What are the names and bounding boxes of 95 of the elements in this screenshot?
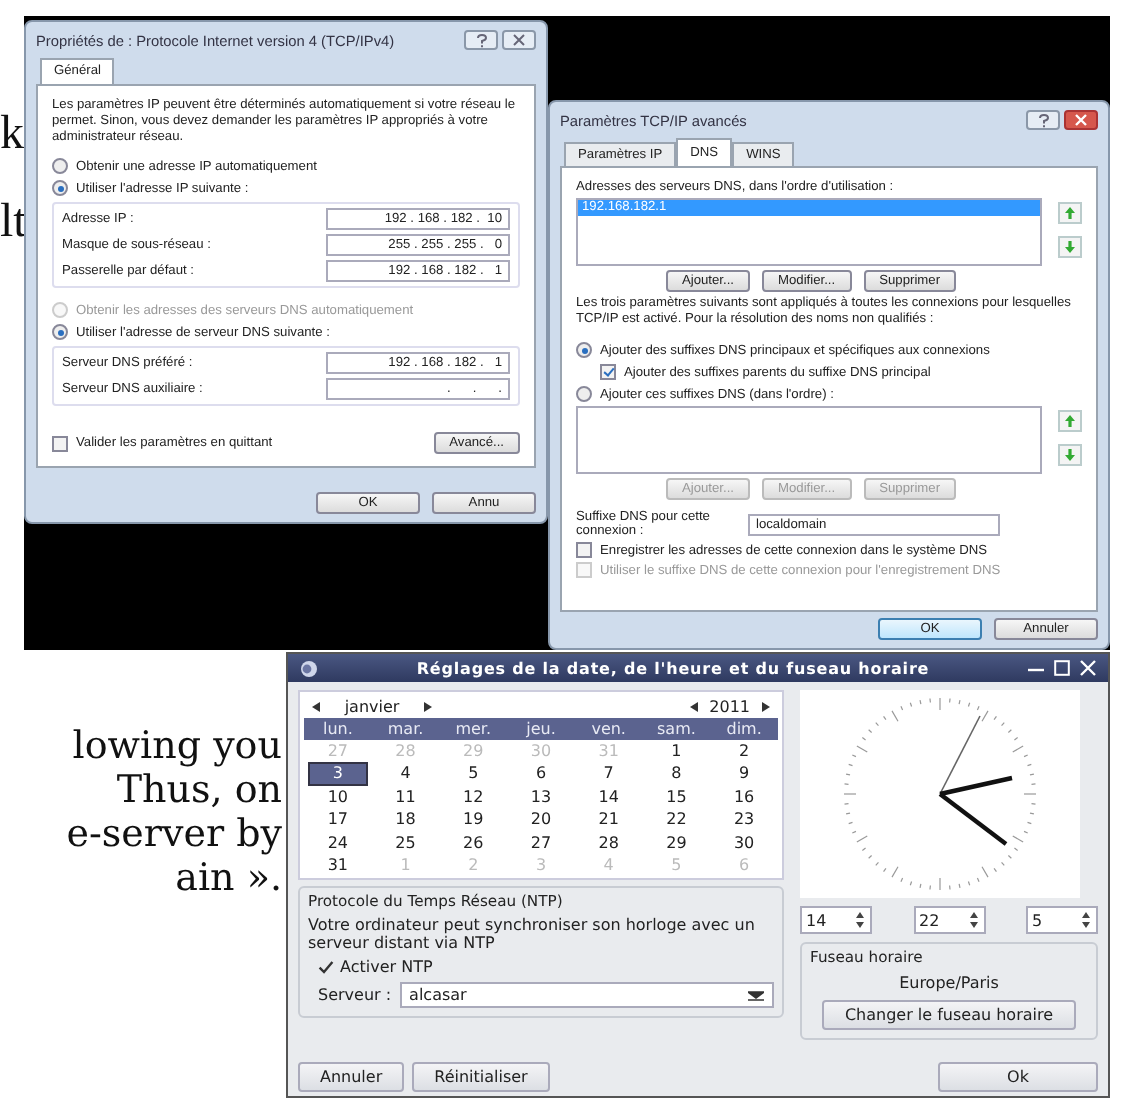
help-button[interactable] (1026, 110, 1060, 130)
change-timezone-button[interactable]: Changer le fuseau horaire (822, 1000, 1076, 1030)
calendar-day[interactable]: 10 (308, 785, 368, 809)
document-text: k (0, 112, 26, 156)
move-up-button[interactable] (1058, 202, 1082, 224)
help-button[interactable] (464, 30, 498, 50)
arrow-down-icon (1064, 240, 1076, 254)
calendar-day[interactable]: 13 (511, 785, 571, 809)
calendar-day[interactable]: 28 (578, 831, 639, 855)
dialog-button[interactable]: Annuler (298, 1062, 405, 1092)
checkbox[interactable] (576, 542, 592, 558)
dropdown-icon (748, 989, 764, 1002)
radio-button[interactable] (576, 386, 592, 402)
weekday-label: dim. (724, 718, 764, 740)
spin-arrows-icon (967, 908, 979, 932)
document-text: e-server by (66, 812, 282, 856)
radio-button[interactable] (52, 324, 68, 340)
document-text: lt (0, 200, 27, 244)
weekday-label: jeu. (524, 718, 558, 740)
close-button[interactable] (502, 30, 536, 50)
calendar-day[interactable]: 29 (646, 831, 707, 855)
radio-button[interactable] (52, 158, 68, 174)
year-label: 2011 (709, 698, 750, 716)
radio-button[interactable] (576, 342, 592, 358)
arrow-up-icon (1064, 414, 1076, 428)
month-label: janvier (342, 698, 402, 716)
calendar-day[interactable]: 11 (375, 785, 436, 809)
weekday-label: lun. (320, 718, 355, 740)
timezone-value: Europe/Paris (899, 972, 999, 994)
move-down-button[interactable] (1058, 444, 1082, 466)
dialog-button[interactable]: Réinitialiser (412, 1062, 550, 1092)
weekday-label: sam. (655, 718, 698, 740)
calendar-day[interactable]: 12 (443, 785, 504, 809)
field-label: Serveur : (318, 986, 392, 1005)
calendar-day[interactable]: 26 (443, 831, 504, 855)
weekday-label: mar. (385, 718, 426, 740)
checkbox[interactable] (52, 435, 68, 451)
close-icon[interactable] (1080, 660, 1096, 676)
help-icon (475, 33, 487, 47)
calendar-day[interactable]: 7 (578, 762, 639, 786)
spin-arrows-icon (854, 908, 866, 932)
dialog-button[interactable]: Ok (938, 1062, 1098, 1092)
document-text: Thus, on (116, 768, 282, 812)
calendar-day[interactable]: 8 (646, 762, 707, 786)
calendar-day[interactable]: 31 (308, 854, 368, 877)
close-icon (512, 34, 526, 46)
time-spinbox[interactable]: 5 (1026, 906, 1098, 934)
calendar-day[interactable]: 22 (646, 808, 707, 832)
calendar-day[interactable]: 25 (375, 831, 436, 855)
calendar-day[interactable]: 16 (714, 785, 774, 809)
calendar-day[interactable]: 4 (375, 762, 436, 786)
next-year-icon[interactable] (762, 702, 770, 712)
calendar-day[interactable]: 24 (308, 831, 368, 855)
checkbox-label: Activer NTP (340, 958, 433, 977)
calendar-day[interactable]: 17 (308, 808, 368, 832)
help-icon (1037, 113, 1049, 127)
calendar-day[interactable]: 30 (714, 831, 774, 855)
calendar-day[interactable]: 18 (375, 808, 436, 832)
calendar-day[interactable]: 21 (578, 808, 639, 832)
checkbox[interactable] (318, 960, 334, 975)
calendar-day[interactable]: 1 (646, 740, 707, 763)
arrow-down-icon (1064, 448, 1076, 462)
calendar-day[interactable]: 9 (714, 762, 774, 786)
ntp-description: Votre ordinateur peut synchroniser son horloge avec un serveur distant via NTP (308, 916, 757, 953)
close-icon (1074, 114, 1088, 126)
calendar-day[interactable]: 23 (714, 808, 774, 832)
time-spinbox[interactable]: 22 (913, 906, 985, 934)
server-combo-box[interactable]: alcasar (399, 982, 774, 1009)
calendar-day[interactable]: 15 (646, 785, 707, 809)
time-spinbox[interactable]: 14 (800, 906, 872, 934)
calendar-day[interactable]: 19 (443, 808, 504, 832)
arrow-up-icon (1064, 206, 1076, 220)
calendar-day[interactable]: 3 (308, 762, 368, 786)
weekday-label: mer. (453, 718, 494, 740)
radio-button[interactable] (52, 180, 68, 196)
checkbox[interactable] (600, 364, 616, 380)
document-text: ain ». (175, 856, 282, 900)
move-down-button[interactable] (1058, 236, 1082, 258)
calendar-day[interactable]: 6 (511, 762, 571, 786)
close-button[interactable] (1064, 110, 1098, 130)
move-up-button[interactable] (1058, 410, 1082, 432)
window-title: Réglages de la date, de l'heure et du fuseau horaire (414, 659, 932, 677)
spin-arrows-icon (1080, 908, 1092, 932)
weekday-label: ven. (589, 718, 628, 740)
calendar-day[interactable]: 14 (578, 785, 639, 809)
maximize-icon[interactable] (1054, 660, 1070, 676)
document-text: lowing you (72, 724, 282, 768)
calendar-day[interactable]: 5 (443, 762, 504, 786)
next-month-icon[interactable] (424, 702, 432, 712)
calendar-day[interactable]: 20 (511, 808, 571, 832)
calendar-day[interactable]: 27 (511, 831, 571, 855)
previous-year-icon[interactable] (689, 702, 698, 712)
calendar-day[interactable]: 2 (714, 740, 774, 763)
app-icon (300, 659, 318, 677)
previous-month-icon[interactable] (312, 702, 320, 712)
